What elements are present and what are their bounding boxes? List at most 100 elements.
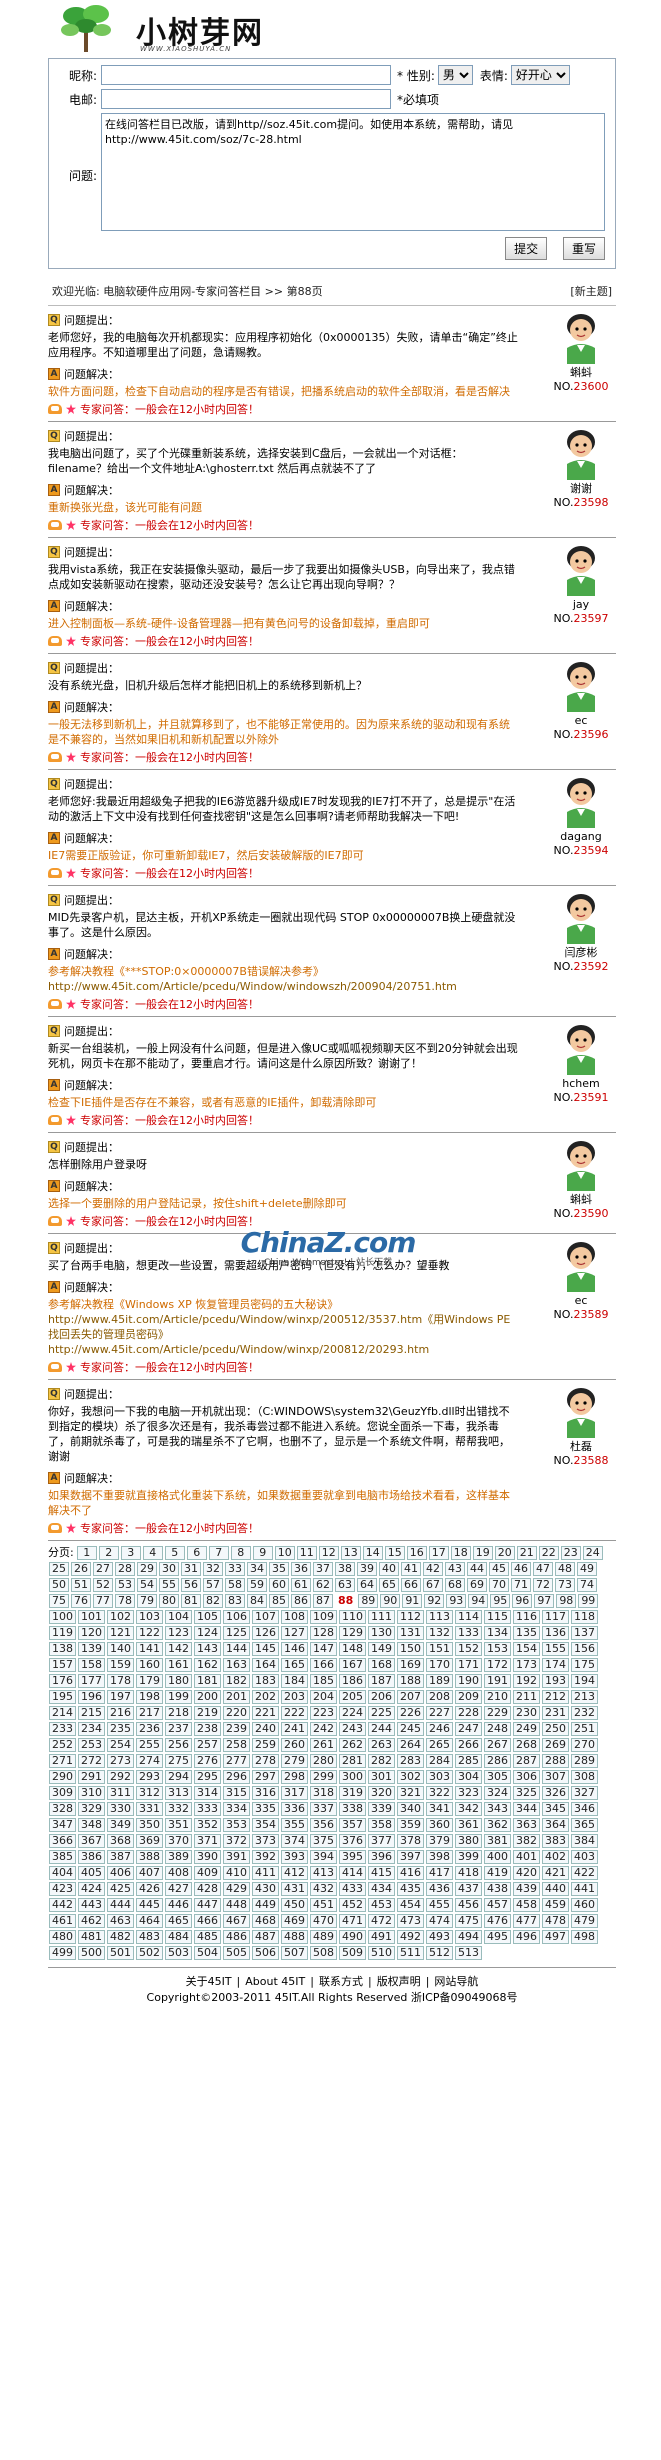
page-link[interactable]: 86 [291,1594,311,1608]
page-link[interactable]: 417 [426,1866,453,1880]
page-link[interactable]: 292 [107,1770,134,1784]
page-link[interactable]: 35 [269,1562,289,1576]
page-link[interactable]: 4 [142,1546,163,1560]
page-link[interactable]: 387 [107,1850,134,1864]
page-link[interactable]: 306 [513,1770,540,1784]
page-link[interactable]: 421 [542,1866,569,1880]
page-link[interactable]: 357 [339,1818,366,1832]
page-link[interactable]: 436 [426,1882,453,1896]
page-link[interactable]: 313 [165,1786,192,1800]
page-link[interactable]: 110 [339,1610,366,1624]
page-link[interactable]: 170 [426,1658,453,1672]
page-link[interactable]: 409 [194,1866,221,1880]
page-link[interactable]: 360 [426,1818,453,1832]
page-link[interactable]: 83 [225,1594,245,1608]
page-link[interactable]: 122 [136,1626,163,1640]
page-link[interactable]: 310 [78,1786,105,1800]
page-link[interactable]: 427 [165,1882,192,1896]
page-link[interactable]: 36 [291,1562,311,1576]
page-link[interactable]: 472 [368,1914,395,1928]
page-link[interactable]: 386 [78,1850,105,1864]
page-link[interactable]: 195 [49,1690,76,1704]
page-link[interactable]: 87 [313,1594,333,1608]
footer-link[interactable]: About 45IT [245,1975,305,1988]
page-link[interactable]: 91 [402,1594,423,1608]
page-link[interactable]: 208 [426,1690,453,1704]
page-link[interactable]: 267 [484,1738,511,1752]
page-link[interactable]: 340 [397,1802,424,1816]
page-link[interactable]: 127 [281,1626,308,1640]
page-link[interactable]: 447 [194,1898,221,1912]
page-link[interactable]: 23 [560,1546,581,1560]
page-link[interactable]: 221 [252,1706,279,1720]
page-link[interactable]: 287 [513,1754,540,1768]
page-link[interactable]: 275 [165,1754,192,1768]
page-link[interactable]: 66 [401,1578,421,1592]
page-link[interactable]: 20 [494,1546,515,1560]
page-link[interactable]: 489 [310,1930,337,1944]
page-link[interactable]: 118 [571,1610,598,1624]
page-link[interactable]: 272 [78,1754,105,1768]
page-link[interactable]: 236 [136,1722,163,1736]
page-link[interactable]: 28 [115,1562,135,1576]
page-link[interactable]: 459 [542,1898,569,1912]
page-link[interactable]: 507 [281,1946,308,1960]
page-link[interactable]: 448 [223,1898,250,1912]
page-link[interactable]: 142 [165,1642,192,1656]
page-link[interactable]: 382 [513,1834,540,1848]
page-link[interactable]: 159 [107,1658,134,1672]
footer-link[interactable]: 版权声明 [377,1975,421,1988]
page-link[interactable]: 222 [281,1706,308,1720]
page-link[interactable]: 418 [455,1866,482,1880]
page-link[interactable]: 330 [107,1802,134,1816]
page-link[interactable]: 426 [136,1882,163,1896]
page-link[interactable]: 146 [281,1642,308,1656]
page-link[interactable]: 198 [136,1690,163,1704]
page-link[interactable]: 327 [571,1786,598,1800]
page-link[interactable]: 200 [194,1690,221,1704]
page-link[interactable]: 212 [542,1690,569,1704]
page-link[interactable]: 415 [368,1866,395,1880]
page-link[interactable]: 32 [203,1562,223,1576]
page-link[interactable]: 185 [310,1674,337,1688]
page-link[interactable]: 31 [181,1562,201,1576]
page-link[interactable]: 509 [339,1946,366,1960]
page-link[interactable]: 112 [397,1610,424,1624]
page-link[interactable]: 352 [194,1818,221,1832]
answer-link[interactable]: http://www.45it.com/Article/pcedu/Window… [48,979,518,994]
footer-link[interactable]: 网站导航 [434,1975,478,1988]
page-link[interactable]: 82 [203,1594,223,1608]
page-link[interactable]: 251 [571,1722,598,1736]
page-link[interactable]: 130 [368,1626,395,1640]
page-link[interactable]: 494 [455,1930,482,1944]
page-link[interactable]: 398 [426,1850,453,1864]
page-link[interactable]: 197 [107,1690,134,1704]
page-link[interactable]: 138 [49,1642,76,1656]
reset-button[interactable]: 重写 [562,237,605,260]
page-link[interactable]: 362 [484,1818,511,1832]
page-link[interactable]: 243 [339,1722,366,1736]
page-link[interactable]: 434 [368,1882,395,1896]
page-link[interactable]: 160 [136,1658,163,1672]
page-link[interactable]: 189 [426,1674,453,1688]
page-link[interactable]: 141 [136,1642,163,1656]
page-link[interactable]: 365 [571,1818,598,1832]
page-link[interactable]: 465 [165,1914,192,1928]
page-link[interactable]: 315 [223,1786,250,1800]
page-link[interactable]: 381 [484,1834,511,1848]
page-link[interactable]: 296 [223,1770,250,1784]
page-link[interactable]: 344 [513,1802,540,1816]
page-link[interactable]: 211 [513,1690,540,1704]
page-link[interactable]: 454 [397,1898,424,1912]
page-link[interactable]: 449 [252,1898,279,1912]
page-link[interactable]: 284 [426,1754,453,1768]
page-link[interactable]: 428 [194,1882,221,1896]
page-link[interactable]: 147 [310,1642,337,1656]
submit-button[interactable]: 提交 [505,237,548,260]
page-link[interactable]: 488 [281,1930,308,1944]
page-link[interactable]: 283 [397,1754,424,1768]
page-link[interactable]: 319 [339,1786,366,1800]
page-link[interactable]: 277 [223,1754,250,1768]
page-link[interactable]: 377 [368,1834,395,1848]
page-link[interactable]: 301 [368,1770,395,1784]
